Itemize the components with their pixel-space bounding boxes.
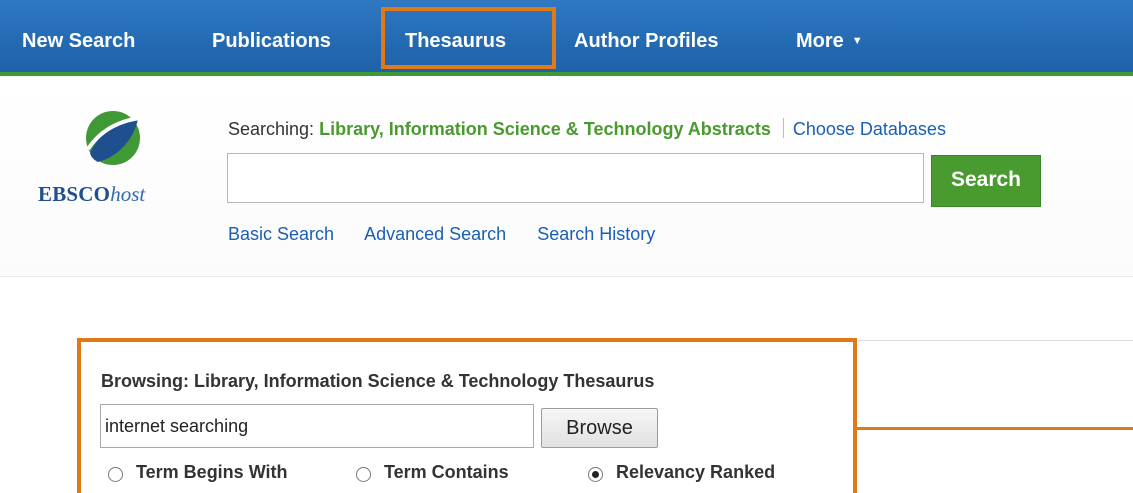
radio-checked-icon[interactable]	[588, 467, 603, 482]
separator	[782, 118, 784, 138]
annotation-connector-line	[857, 427, 1133, 430]
ebsco-logo-icon[interactable]	[84, 109, 142, 167]
search-input[interactable]	[227, 153, 924, 203]
logo-host: host	[110, 182, 146, 206]
search-button[interactable]: Search	[931, 155, 1041, 207]
nav-more-label: More	[796, 30, 844, 52]
browsing-thesaurus-label: Browsing: Library, Information Science &…	[101, 371, 655, 391]
nav-publications[interactable]: Publications	[212, 0, 331, 72]
radio-label: Term Contains	[384, 462, 509, 482]
searching-database-line: Searching: Library, Information Science …	[228, 118, 946, 140]
top-navigation-bar: New Search Publications Thesaurus Author…	[0, 0, 1133, 76]
nav-more[interactable]: More ▼	[796, 0, 863, 72]
browse-button[interactable]: Browse	[541, 408, 658, 448]
radio-unchecked-icon[interactable]	[108, 467, 123, 482]
search-mode-links: Basic Search Advanced Search Search Hist…	[228, 224, 681, 245]
radio-label: Relevancy Ranked	[616, 462, 776, 482]
nav-new-search[interactable]: New Search	[22, 0, 135, 72]
nav-thesaurus[interactable]: Thesaurus	[405, 0, 506, 72]
thesaurus-browse-input[interactable]	[100, 404, 534, 448]
radio-unchecked-icon[interactable]	[356, 467, 371, 482]
basic-search-link[interactable]: Basic Search	[228, 224, 334, 244]
advanced-search-link[interactable]: Advanced Search	[364, 224, 506, 244]
logo-brand: EBSCO	[38, 182, 111, 206]
choose-databases-link[interactable]: Choose Databases	[793, 119, 946, 139]
divider	[858, 340, 1133, 341]
searching-prefix: Searching:	[228, 119, 315, 139]
selected-database-name: Library, Information Science & Technolog…	[319, 119, 771, 139]
page-root: New Search Publications Thesaurus Author…	[0, 0, 1133, 493]
ebscohost-logo-text[interactable]: EBSCOhost	[38, 182, 145, 207]
caret-down-icon: ▼	[851, 35, 863, 47]
search-history-link[interactable]: Search History	[537, 224, 655, 244]
radio-label: Term Begins With	[136, 462, 288, 482]
nav-author-profiles[interactable]: Author Profiles	[574, 0, 718, 72]
